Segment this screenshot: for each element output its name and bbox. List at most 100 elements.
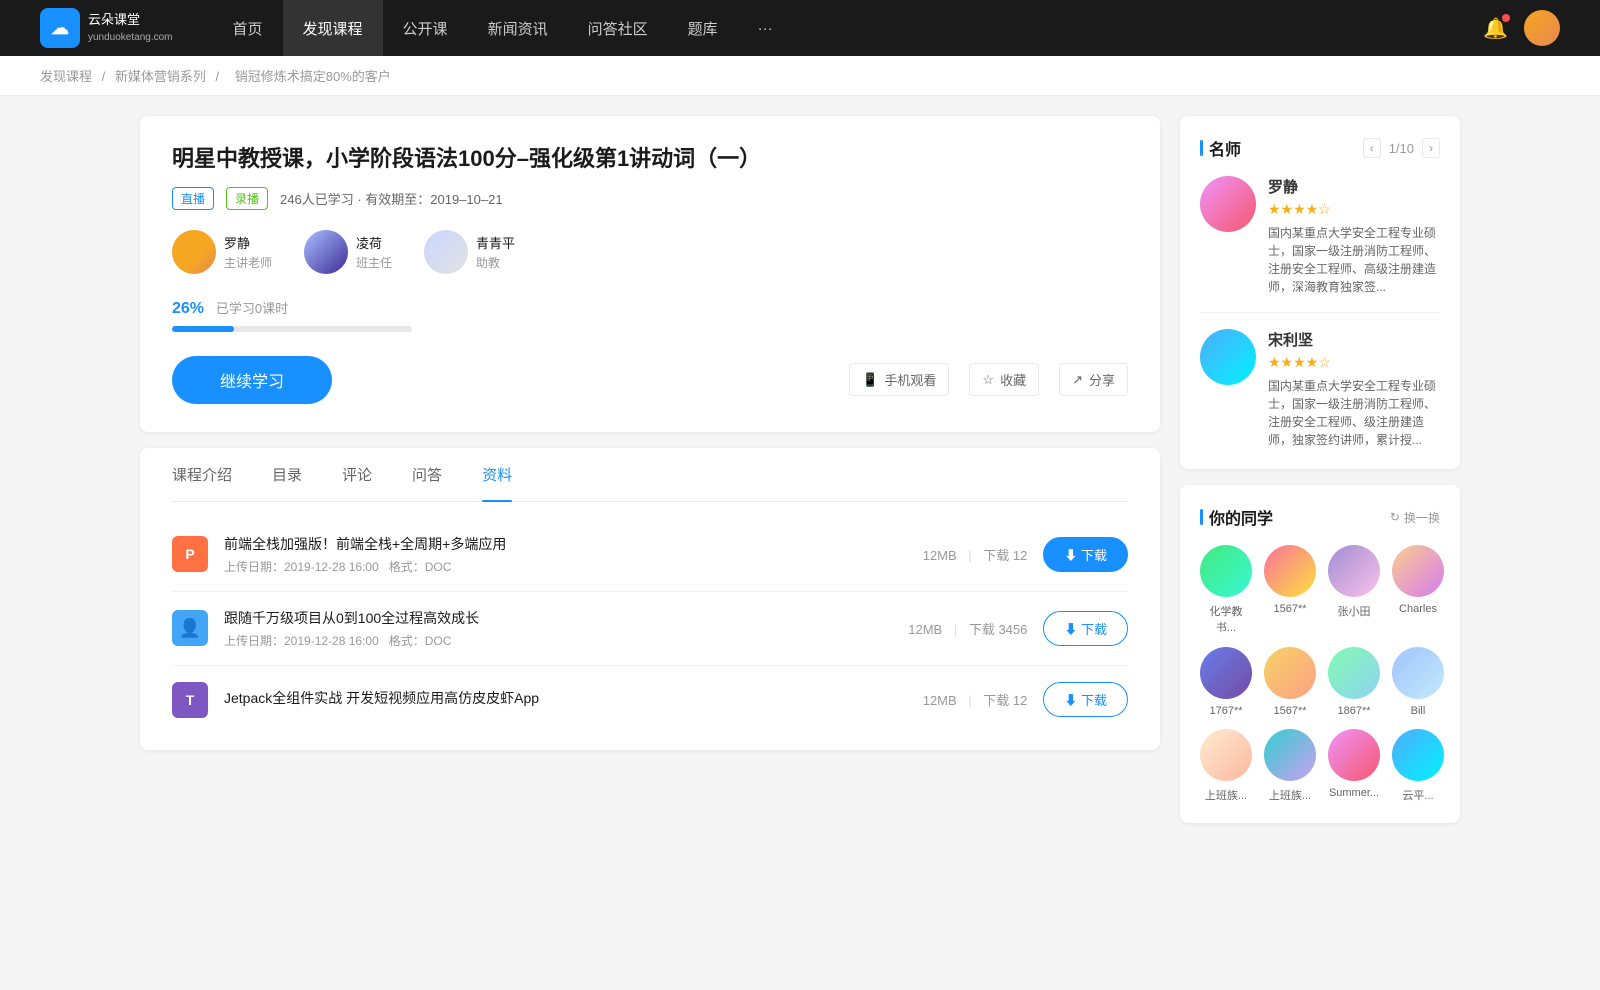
classmates-title-text: 你的同学 <box>1200 505 1273 529</box>
teachers-card: 名师 ‹ 1/10 › 罗静 ★★★★☆ 国内某重点大学安全工程专业硕士，国家一… <box>1180 116 1460 469</box>
nav-item-qa[interactable]: 问答社区 <box>568 0 668 56</box>
tab-materials[interactable]: 资料 <box>482 448 512 501</box>
favorite-label: 收藏 <box>1000 370 1026 389</box>
resource-info-3: Jetpack全组件实战 开发短视频应用高仿皮皮虾App <box>224 688 907 712</box>
classmate-7[interactable]: 1867** <box>1328 647 1380 717</box>
resource-size-2: 12MB | 下载 3456 <box>908 619 1027 638</box>
nav-item-more[interactable]: ··· <box>738 0 793 56</box>
mobile-watch-button[interactable]: 📱 手机观看 <box>849 363 949 396</box>
refresh-label: 换一换 <box>1404 509 1440 526</box>
progress-sub: 已学习0课时 <box>216 301 288 316</box>
badge-live: 直播 <box>172 187 214 210</box>
teachers-pagination: ‹ 1/10 › <box>1363 138 1440 158</box>
teacher-card-avatar-songlijian <box>1200 329 1256 385</box>
classmates-card: 你的同学 ↻ 换一换 化学教书... 1567** 张小田 <box>1180 485 1460 823</box>
mobile-watch-label: 手机观看 <box>884 370 936 389</box>
classmate-9[interactable]: 上班族... <box>1200 729 1252 803</box>
breadcrumb-discover[interactable]: 发现课程 <box>40 69 92 84</box>
bell-icon[interactable]: 🔔 <box>1483 16 1508 41</box>
teacher-name-qingping: 青青平 <box>476 233 515 252</box>
classmate-avatar-9 <box>1200 729 1252 781</box>
tab-qa[interactable]: 问答 <box>412 448 442 501</box>
classmate-3[interactable]: 张小田 <box>1328 545 1380 635</box>
teacher-role-luojing: 主讲老师 <box>224 254 272 271</box>
classmate-name-bill: Bill <box>1411 705 1426 717</box>
classmate-avatar-12 <box>1392 729 1444 781</box>
download-button-2[interactable]: ⬇ 下载 <box>1043 611 1128 646</box>
refresh-classmates-button[interactable]: ↻ 换一换 <box>1390 509 1440 526</box>
resource-size-3: 12MB | 下载 12 <box>923 690 1028 709</box>
breadcrumb-series[interactable]: 新媒体营销系列 <box>115 69 206 84</box>
logo[interactable]: ☁ 云朵课堂yunduoketang.com <box>40 8 173 48</box>
course-meta: 直播 录播 246人已学习 · 有效期至：2019–10–21 <box>172 187 1128 210</box>
breadcrumb-current: 销冠修炼术搞定80%的客户 <box>235 69 391 84</box>
teacher-info-luojing: 罗静 主讲老师 <box>224 233 272 271</box>
classmate-10[interactable]: 上班族... <box>1264 729 1316 803</box>
nav-links: 首页 发现课程 公开课 新闻资讯 问答社区 题库 ··· <box>213 0 1484 56</box>
teachers-title-text: 名师 <box>1200 136 1241 160</box>
resource-name-2: 跟随千万级项目从0到100全过程高效成长 <box>224 608 892 628</box>
resource-icon-2: 👤 <box>172 610 208 646</box>
tab-catalog[interactable]: 目录 <box>272 448 302 501</box>
classmate-name-7: 1867** <box>1337 705 1370 717</box>
classmate-5[interactable]: 1767** <box>1200 647 1252 717</box>
teachers-row: 罗静 主讲老师 凌荷 班主任 青青平 助教 <box>172 230 1128 274</box>
teacher-name-luojing: 罗静 <box>224 233 272 252</box>
teacher-card-body-songlijian: 宋利坚 ★★★★☆ 国内某重点大学安全工程专业硕士，国家一级注册消防工程师、注册… <box>1268 329 1440 449</box>
teacher-luojing: 罗静 主讲老师 <box>172 230 272 274</box>
classmate-charles[interactable]: Charles <box>1392 545 1444 635</box>
nav-item-news[interactable]: 新闻资讯 <box>468 0 568 56</box>
resource-item-3: T Jetpack全组件实战 开发短视频应用高仿皮皮虾App 12MB | 下载… <box>172 666 1128 734</box>
classmate-name-1: 化学教书... <box>1200 603 1252 635</box>
classmate-6[interactable]: 1567** <box>1264 647 1316 717</box>
nav-item-open[interactable]: 公开课 <box>383 0 468 56</box>
teacher-card-avatar-luojing <box>1200 176 1256 232</box>
classmate-name-10: 上班族... <box>1269 787 1311 803</box>
classmate-avatar-5 <box>1200 647 1252 699</box>
logo-icon: ☁ <box>40 8 80 48</box>
classmate-name-9: 上班族... <box>1205 787 1247 803</box>
teacher-card-body-luojing: 罗静 ★★★★☆ 国内某重点大学安全工程专业硕士，国家一级注册消防工程师、注册安… <box>1268 176 1440 296</box>
download-button-3[interactable]: ⬇ 下载 <box>1043 682 1128 717</box>
nav-item-discover[interactable]: 发现课程 <box>283 0 383 56</box>
teacher-card-desc-songlijian: 国内某重点大学安全工程专业硕士，国家一级注册消防工程师、注册安全工程师、级注册建… <box>1268 377 1440 449</box>
classmate-name-6: 1567** <box>1273 705 1306 717</box>
classmates-grid: 化学教书... 1567** 张小田 Charles 1767** <box>1200 545 1440 803</box>
teachers-card-title: 名师 ‹ 1/10 › <box>1200 136 1440 160</box>
download-button-1[interactable]: ⬇ 下载 <box>1043 537 1128 572</box>
breadcrumb-sep-1: / <box>102 69 109 84</box>
prev-teacher-button[interactable]: ‹ <box>1363 138 1381 158</box>
classmate-name-11: Summer... <box>1329 787 1379 799</box>
resource-meta-1: 上传日期：2019-12-28 16:00 格式：DOC <box>224 558 907 575</box>
right-panel: 名师 ‹ 1/10 › 罗静 ★★★★☆ 国内某重点大学安全工程专业硕士，国家一… <box>1180 116 1460 839</box>
resource-item-1: P 前端全栈加强版！前端全栈+全周期+多端应用 上传日期：2019-12-28 … <box>172 518 1128 592</box>
teacher-avatar-linhe <box>304 230 348 274</box>
teacher-role-qingping: 助教 <box>476 254 515 271</box>
nav-item-home[interactable]: 首页 <box>213 0 283 56</box>
classmate-avatar-bill <box>1392 647 1444 699</box>
continue-learning-button[interactable]: 继续学习 <box>172 356 332 404</box>
nav-right: 🔔 <box>1483 10 1560 46</box>
title-bar-icon <box>1200 140 1203 156</box>
classmate-1[interactable]: 化学教书... <box>1200 545 1252 635</box>
nav-item-quiz[interactable]: 题库 <box>668 0 738 56</box>
user-avatar-nav[interactable] <box>1524 10 1560 46</box>
tabs-section: 课程介绍 目录 评论 问答 资料 P 前端全栈加强版！前端全栈+全周期+多端应用… <box>140 448 1160 750</box>
classmate-11[interactable]: Summer... <box>1328 729 1380 803</box>
content-wrapper: 明星中教授课，小学阶段语法100分–强化级第1讲动词（一） 直播 录播 246人… <box>100 96 1500 859</box>
classmate-name-2: 1567** <box>1273 603 1306 615</box>
tab-intro[interactable]: 课程介绍 <box>172 448 232 501</box>
classmate-bill[interactable]: Bill <box>1392 647 1444 717</box>
share-button[interactable]: ↗ 分享 <box>1059 363 1128 396</box>
classmate-avatar-1 <box>1200 545 1252 597</box>
classmate-name-charles: Charles <box>1399 603 1437 615</box>
teacher-card-name-luojing: 罗静 <box>1268 176 1440 197</box>
progress-bar-fill <box>172 326 234 332</box>
tab-review[interactable]: 评论 <box>342 448 372 501</box>
favorite-button[interactable]: ☆ 收藏 <box>969 363 1039 396</box>
classmate-2[interactable]: 1567** <box>1264 545 1316 635</box>
next-teacher-button[interactable]: › <box>1422 138 1440 158</box>
tabs-header: 课程介绍 目录 评论 问答 资料 <box>172 448 1128 502</box>
logo-text: 云朵课堂yunduoketang.com <box>88 12 173 44</box>
classmate-12[interactable]: 云平... <box>1392 729 1444 803</box>
